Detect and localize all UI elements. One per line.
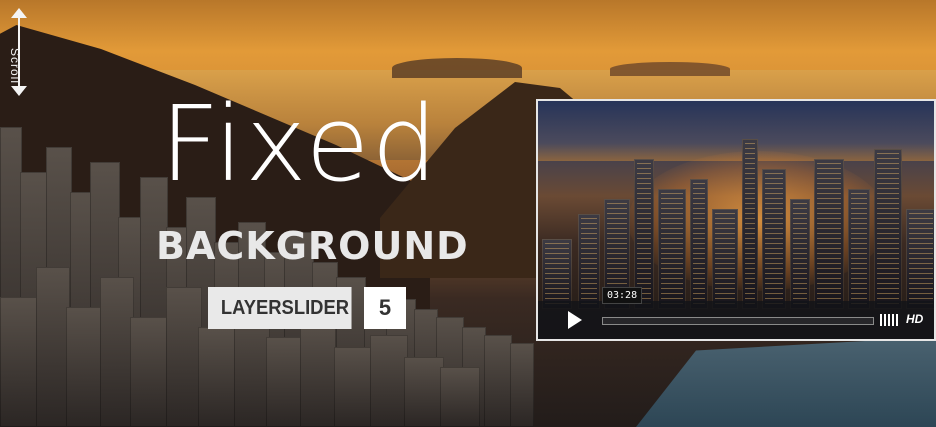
city-building [0,297,40,427]
scroll-label: Scroll [8,48,22,85]
hd-quality-button[interactable]: HD [906,312,923,326]
headline-subtitle: BACKGROUND [156,224,469,268]
product-badge: LAYERSLIDER 5 [208,287,406,329]
badge-name: LAYERSLIDER [208,287,352,329]
city-building [300,322,336,427]
video-building [906,209,934,309]
city-building [334,347,374,427]
video-controls: 03:28 HD [538,287,934,339]
arrow-down-icon [11,86,27,96]
city-building [510,343,534,427]
city-building [370,335,408,427]
island [610,62,730,76]
progress-bar[interactable] [602,317,874,325]
video-building [790,199,810,309]
video-building [712,209,738,309]
video-player[interactable]: 03:28 HD [536,99,936,341]
headline-title: Fixed [160,83,440,205]
video-building [874,149,902,309]
city-building [166,287,202,427]
city-building [484,335,512,427]
video-building [848,189,870,309]
volume-bars-icon[interactable] [880,314,898,326]
island [392,58,522,78]
city-building [404,357,444,427]
city-building [36,267,70,427]
play-icon[interactable] [568,311,582,329]
video-building [690,179,708,309]
time-tooltip: 03:28 [602,287,643,304]
video-building [742,139,758,309]
video-building [542,239,572,309]
video-building [578,214,600,309]
city-building [100,277,134,427]
city-building [198,327,238,427]
video-building [762,169,786,309]
video-building [814,159,844,309]
city-building [130,317,170,427]
badge-version: 5 [364,287,406,329]
city-building [440,367,480,427]
scroll-hint: Scroll [8,8,46,96]
video-building [658,189,686,309]
